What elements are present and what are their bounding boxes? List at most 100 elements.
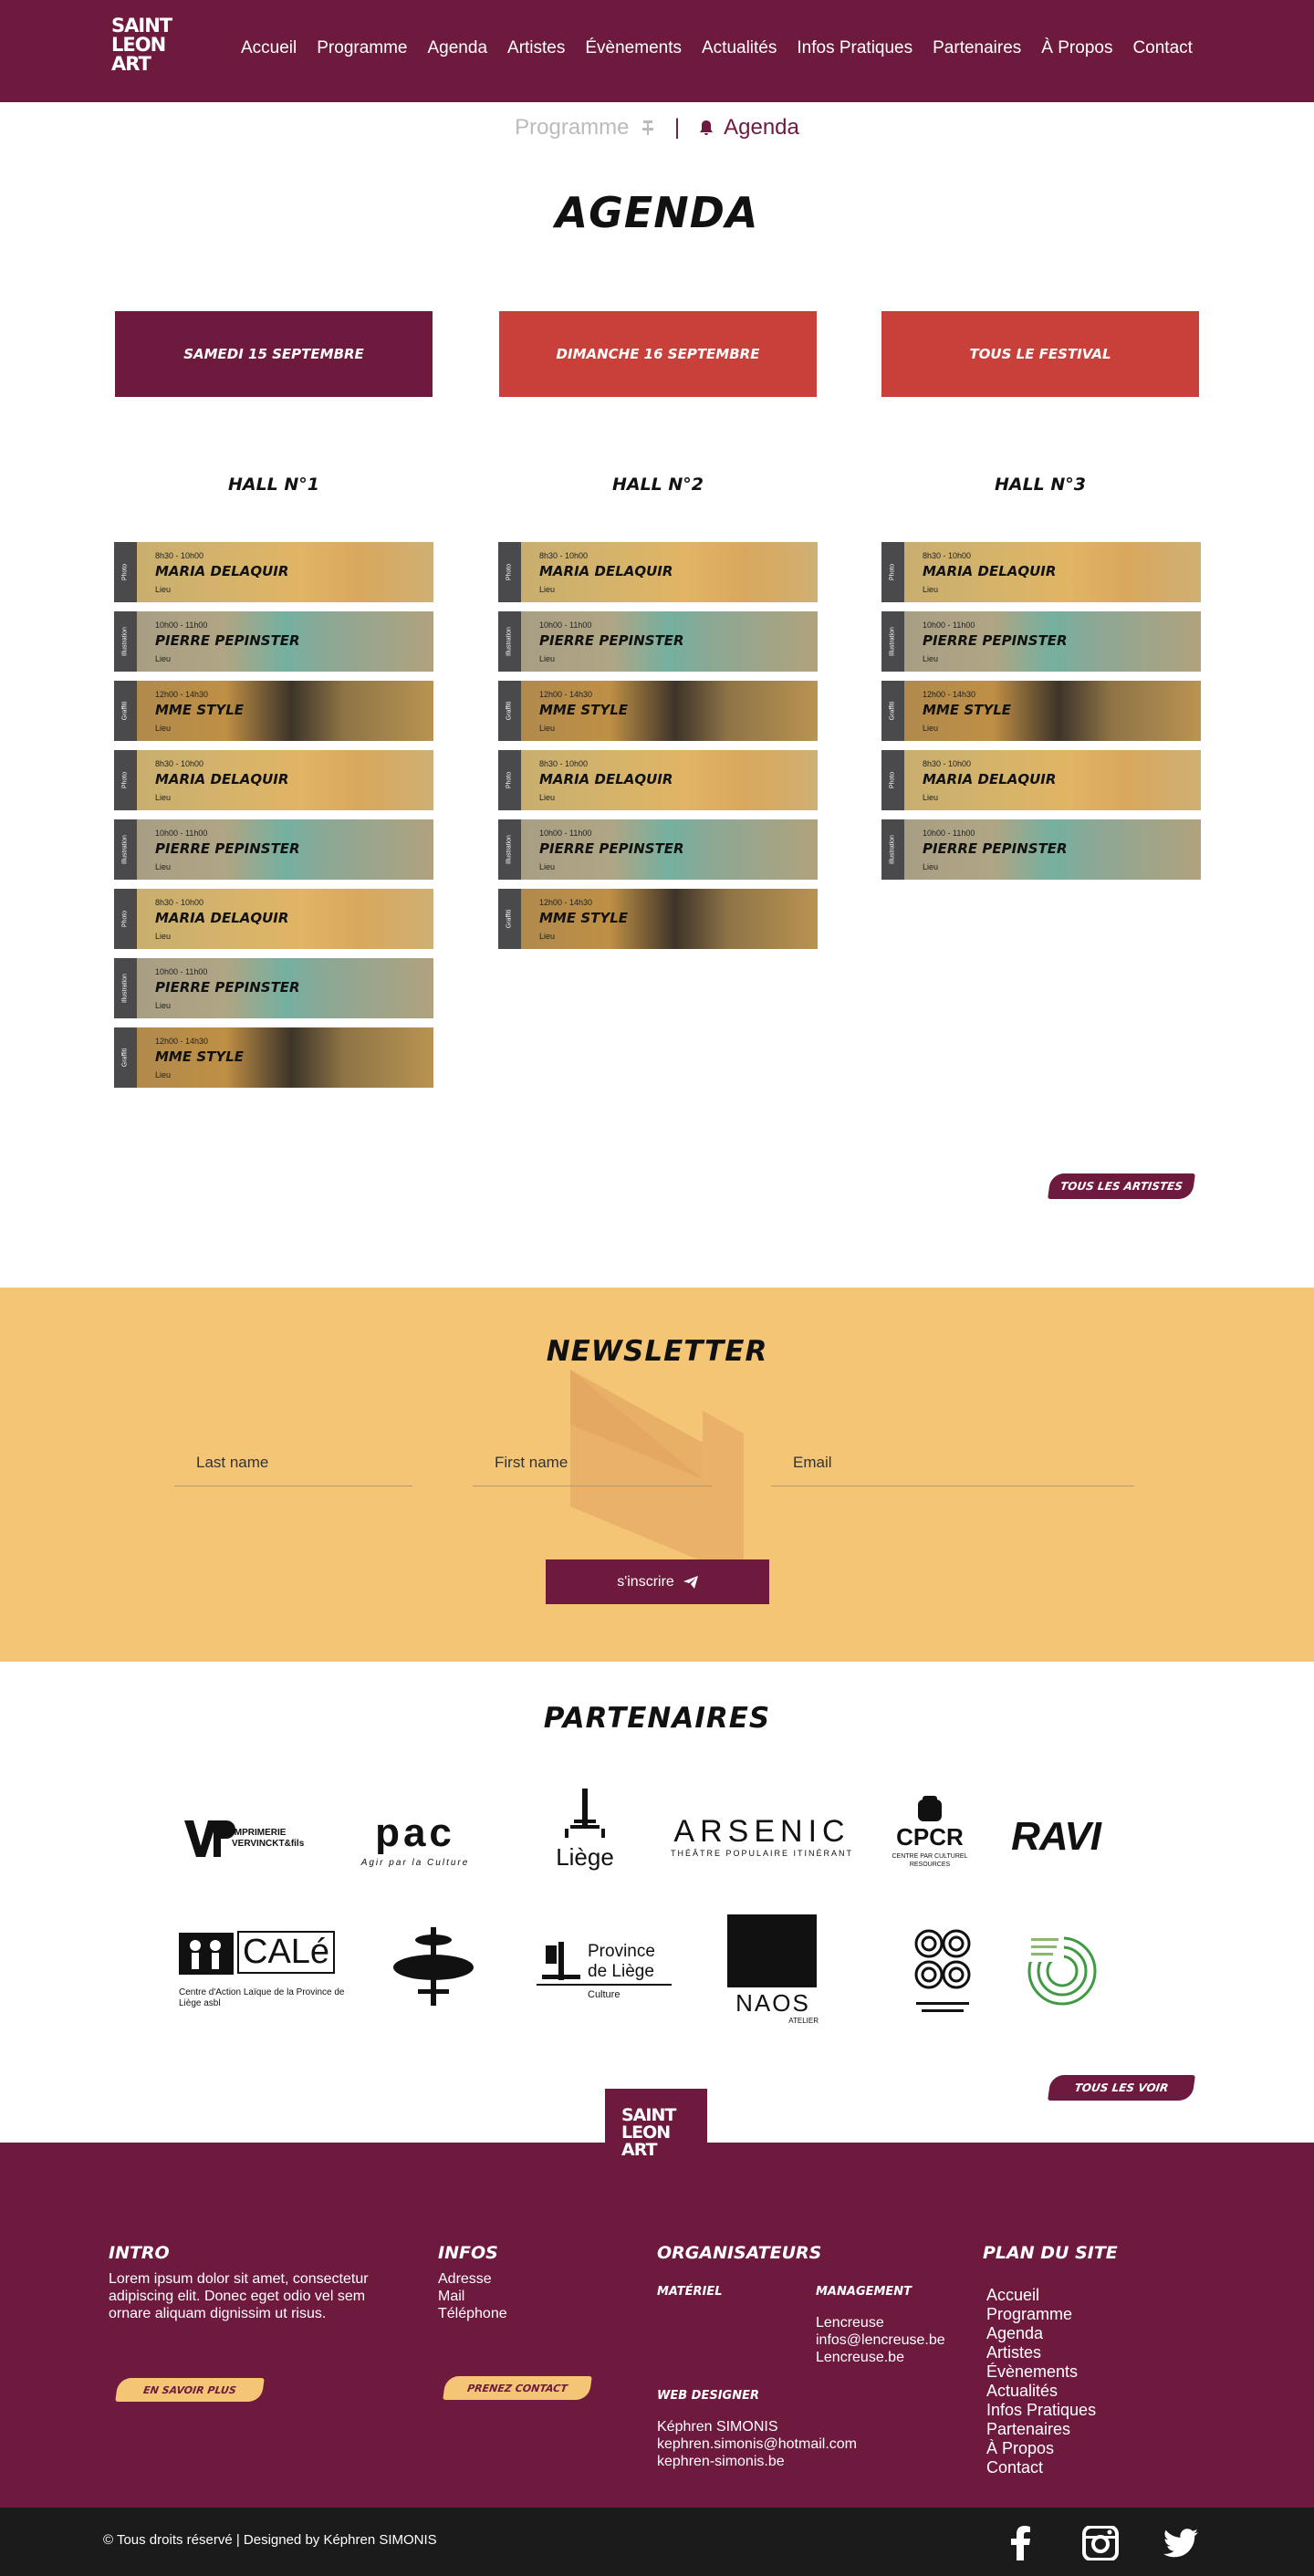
nav-programme[interactable]: Programme	[317, 38, 407, 58]
nav-partenaires[interactable]: Partenaires	[933, 38, 1021, 58]
sitemap-accueil[interactable]: Accueil	[986, 2286, 1096, 2305]
event-card[interactable]: Photo 8h30 - 10h00 MARIA DELAQUIR Lieu	[114, 889, 433, 949]
event-place: Lieu	[539, 862, 556, 871]
sitemap-a-propos[interactable]: À Propos	[986, 2439, 1096, 2458]
event-card[interactable]: Photo 8h30 - 10h00 MARIA DELAQUIR Lieu	[114, 750, 433, 810]
partner-logo-ravi[interactable]: RAVI	[1000, 1814, 1111, 1860]
sitemap-actualites[interactable]: Actualités	[986, 2382, 1096, 2401]
footer-logo[interactable]: SAINT LEON ART	[605, 2089, 707, 2180]
footer-webdesigner-site[interactable]: kephren-simonis.be	[657, 2453, 785, 2470]
event-card[interactable]: Graffiti 12h00 - 14h30 MME STYLE Lieu	[881, 681, 1201, 741]
sitemap-evenements[interactable]: Évènements	[986, 2362, 1096, 2382]
twitter-icon[interactable]	[1163, 2526, 1199, 2560]
liege-name: Liège	[556, 1843, 614, 1871]
nav-evenements[interactable]: Évènements	[585, 38, 682, 58]
logo-line-2: LEON	[111, 34, 166, 56]
sitemap-agenda[interactable]: Agenda	[986, 2324, 1096, 2343]
event-category-strip: Illustration	[114, 819, 137, 880]
event-category: Graffiti	[506, 701, 513, 721]
event-card[interactable]: Photo 8h30 - 10h00 MARIA DELAQUIR Lieu	[498, 542, 818, 602]
event-card[interactable]: Illustration 10h00 - 11h00 PIERRE PEPINSTE…	[114, 819, 433, 880]
footer-intro-title: INTRO	[109, 2243, 170, 2263]
event-artist: MARIA DELAQUIR	[923, 563, 1057, 579]
footer-webdesigner-name: Képhren SIMONIS	[657, 2419, 778, 2435]
day-tab-tous-le-festival[interactable]: TOUS LE FESTIVAL	[881, 311, 1199, 397]
footer-management-site[interactable]: Lencreuse.be	[816, 2349, 904, 2366]
partner-logo-lieu[interactable]	[392, 1927, 474, 2006]
event-card[interactable]: Photo 8h30 - 10h00 MARIA DELAQUIR Lieu	[114, 542, 433, 602]
subscribe-button[interactable]: s'inscrire	[546, 1559, 769, 1604]
sitemap-partenaires[interactable]: Partenaires	[986, 2420, 1096, 2439]
event-card[interactable]: Illustration 10h00 - 11h00 PIERRE PEPINSTE…	[881, 819, 1201, 880]
partner-logo-naos[interactable]: NAOS ATELIER	[727, 1914, 819, 2026]
event-card[interactable]: Graffiti 12h00 - 14h30 MME STYLE Lieu	[498, 889, 818, 949]
breadcrumb-programme[interactable]: Programme	[515, 115, 629, 140]
sitemap-programme[interactable]: Programme	[986, 2305, 1096, 2324]
province-name: Province de Liège	[588, 1942, 655, 1981]
partner-logo-spiral[interactable]	[903, 1924, 982, 2018]
event-card[interactable]: Photo 8h30 - 10h00 MARIA DELAQUIR Lieu	[881, 750, 1201, 810]
partner-logo-vervinckt[interactable]: IMPRIMERIE VERVINCKT&fils	[181, 1811, 319, 1866]
nav-a-propos[interactable]: À Propos	[1041, 38, 1112, 58]
copyright-text: © Tous droits réservé | Designed by Képh…	[103, 2532, 437, 2548]
partner-logo-cpcr[interactable]: CPCR CENTRE PAR CULTUREL RESOURCES	[881, 1796, 978, 1869]
event-artist: MARIA DELAQUIR	[155, 563, 289, 579]
event-card[interactable]: Photo 8h30 - 10h00 MARIA DELAQUIR Lieu	[498, 750, 818, 810]
event-time: 10h00 - 11h00	[155, 621, 208, 630]
footer-management-title: MANAGEMENT	[816, 2285, 912, 2299]
event-card[interactable]: Graffiti 12h00 - 14h30 MME STYLE Lieu	[114, 1027, 433, 1088]
nav-actualites[interactable]: Actualités	[702, 38, 777, 58]
event-artist: MARIA DELAQUIR	[539, 563, 673, 579]
event-card[interactable]: Illustration 10h00 - 11h00 PIERRE PEPINSTE…	[881, 611, 1201, 672]
footer-management-email[interactable]: infos@lencreuse.be	[816, 2331, 945, 2349]
see-all-partners-button[interactable]: TOUS LES VOIR	[1048, 2075, 1195, 2101]
sitemap-infos-pratiques[interactable]: Infos Pratiques	[986, 2401, 1096, 2420]
nav-agenda[interactable]: Agenda	[428, 38, 488, 58]
sitemap-artistes[interactable]: Artistes	[986, 2343, 1096, 2362]
all-artists-button[interactable]: TOUS LES ARTISTES	[1048, 1173, 1195, 1199]
event-time: 8h30 - 10h00	[539, 551, 589, 560]
instagram-icon[interactable]	[1082, 2526, 1119, 2560]
event-card[interactable]: Graffiti 12h00 - 14h30 MME STYLE Lieu	[498, 681, 818, 741]
day-tab-samedi[interactable]: SAMEDI 15 SEPTEMBRE	[115, 311, 433, 397]
event-artist: MARIA DELAQUIR	[155, 771, 289, 787]
event-category: Photo	[889, 771, 896, 789]
sitemap-contact[interactable]: Contact	[986, 2458, 1096, 2477]
event-artist: MME STYLE	[923, 702, 1012, 718]
partner-logo-cal[interactable]: CALé Centre d'Action Laïque de la Provin…	[179, 1927, 354, 2009]
event-place: Lieu	[155, 585, 172, 594]
email-input[interactable]: Email	[771, 1443, 1134, 1486]
event-artist: PIERRE PEPINSTER	[155, 840, 300, 857]
nav-infos-pratiques[interactable]: Infos Pratiques	[797, 38, 912, 58]
event-card[interactable]: Illustration 10h00 - 11h00 PIERRE PEPINSTE…	[114, 611, 433, 672]
footer-management-name: Lencreuse	[816, 2315, 884, 2331]
partner-logo-liege[interactable]: Liège	[546, 1789, 624, 1880]
event-card[interactable]: Graffiti 12h00 - 14h30 MME STYLE Lieu	[114, 681, 433, 741]
footer-infos-address: Adresse	[438, 2271, 492, 2287]
partner-logo-pac[interactable]: pac Agir par la Culture	[342, 1802, 488, 1868]
site-logo[interactable]: SAINT LEON ART	[111, 16, 195, 78]
event-artist: MME STYLE	[539, 910, 629, 926]
event-card[interactable]: Illustration 10h00 - 11h00 PIERRE PEPINSTE…	[114, 958, 433, 1018]
event-card[interactable]: Illustration 10h00 - 11h00 PIERRE PEPINSTE…	[498, 611, 818, 672]
footer-webdesigner-email[interactable]: kephren.simonis@hotmail.com	[657, 2435, 857, 2453]
event-place: Lieu	[155, 793, 172, 802]
nav-contact[interactable]: Contact	[1132, 38, 1192, 58]
event-place: Lieu	[155, 654, 172, 663]
event-time: 10h00 - 11h00	[923, 621, 975, 630]
event-card[interactable]: Illustration 10h00 - 11h00 PIERRE PEPINSTE…	[498, 819, 818, 880]
day-tab-dimanche[interactable]: DIMANCHE 16 SEPTEMBRE	[499, 311, 817, 397]
contact-button[interactable]: PRENEZ CONTACT	[443, 2376, 592, 2400]
last-name-input[interactable]: Last name	[174, 1443, 412, 1486]
event-card[interactable]: Photo 8h30 - 10h00 MARIA DELAQUIR Lieu	[881, 542, 1201, 602]
partner-logo-arsenic[interactable]: ARSENIC THÉÂTRE POPULAIRE ITINÉRANT	[661, 1814, 863, 1862]
footer-infos-phone: Téléphone	[438, 2306, 507, 2321]
nav-accueil[interactable]: Accueil	[241, 38, 297, 58]
first-name-input[interactable]: First name	[473, 1443, 712, 1486]
event-place: Lieu	[155, 932, 172, 941]
facebook-icon[interactable]	[1004, 2526, 1040, 2560]
partner-logo-circle[interactable]	[1024, 1925, 1097, 2011]
learn-more-button[interactable]: EN SAVOIR PLUS	[115, 2378, 265, 2402]
nav-artistes[interactable]: Artistes	[507, 38, 565, 58]
partner-logo-province-liege[interactable]: Province de Liège Culture	[537, 1938, 672, 2006]
